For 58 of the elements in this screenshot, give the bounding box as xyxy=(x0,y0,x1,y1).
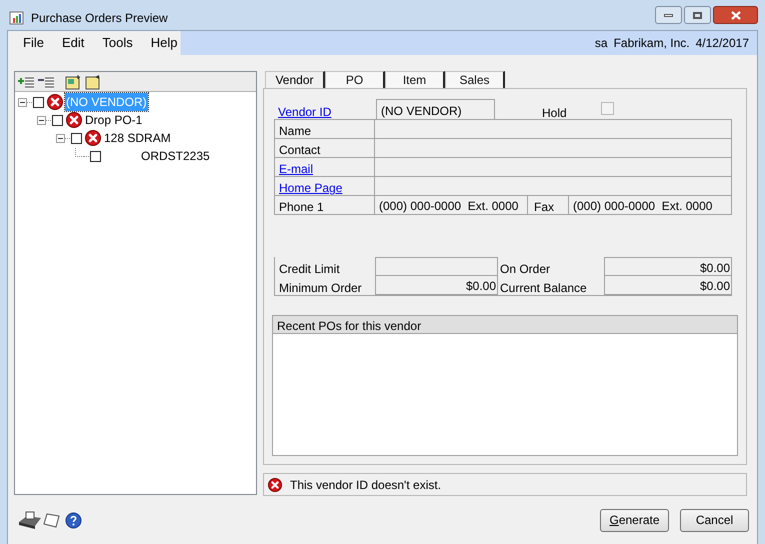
amount-field[interactable]: $0.00 xyxy=(375,276,498,295)
menu-item[interactable]: Edit xyxy=(54,33,92,53)
tab[interactable]: Sales xyxy=(445,71,505,88)
close-button[interactable] xyxy=(713,6,758,24)
maximize-button[interactable] xyxy=(684,6,711,24)
company-name: Fabrikam, Inc. xyxy=(614,35,690,52)
tree-item[interactable]: Drop PO-1 xyxy=(84,111,144,129)
field-label: Phone 1 xyxy=(275,196,375,214)
field-label: Minimum Order xyxy=(278,280,363,295)
amount-field[interactable]: $0.00 xyxy=(604,257,732,276)
hold-label: Hold xyxy=(542,105,567,119)
tree-item[interactable]: 128 SDRAM xyxy=(103,129,172,147)
document-icon[interactable] xyxy=(43,511,61,529)
field-label: Current Balance xyxy=(499,280,588,295)
field-link[interactable]: Home Page xyxy=(275,177,375,195)
collapse-toggle[interactable] xyxy=(56,134,65,142)
tree-item[interactable]: ORDST2235 xyxy=(140,147,211,165)
vendor-id-link[interactable]: Vendor ID xyxy=(274,99,376,119)
field-label: Name xyxy=(275,120,375,138)
tree-checkbox[interactable] xyxy=(33,96,44,108)
tree-checkbox[interactable] xyxy=(52,114,63,126)
session-date: 4/12/2017 xyxy=(696,35,749,52)
window-title: Purchase Orders Preview xyxy=(31,10,168,27)
amount-field[interactable]: $0.00 xyxy=(604,276,732,295)
field-link[interactable]: E-mail xyxy=(275,158,375,176)
tab[interactable]: Item xyxy=(385,71,445,88)
collapse-all-icon[interactable] xyxy=(37,74,55,88)
tab[interactable]: PO xyxy=(325,71,385,88)
field-label: Credit Limit xyxy=(278,261,341,276)
printer-icon[interactable] xyxy=(17,510,43,530)
tab[interactable]: Vendor xyxy=(265,71,325,88)
cancel-button[interactable]: Cancel xyxy=(680,508,749,532)
generate-button[interactable]: Generate xyxy=(600,508,669,532)
menu-item[interactable]: File xyxy=(16,33,51,53)
menu-item[interactable]: Help xyxy=(144,33,184,53)
collapse-toggle[interactable] xyxy=(18,98,27,106)
app-icon xyxy=(9,10,25,26)
collapse-toggle[interactable] xyxy=(37,116,46,124)
menu-item[interactable]: Tools xyxy=(95,33,140,53)
tree-checkbox[interactable] xyxy=(90,150,101,162)
tree-checkbox[interactable] xyxy=(71,132,82,144)
status-message: This vendor ID doesn't exist. xyxy=(290,476,442,494)
fax-field[interactable]: (000) 000-0000 Ext. 0000 xyxy=(569,196,731,214)
folder-add-icon[interactable] xyxy=(65,74,83,90)
minimize-button[interactable] xyxy=(655,6,682,24)
user-name: sa xyxy=(594,35,608,52)
vendor-id-field[interactable]: (NO VENDOR) xyxy=(376,99,495,119)
close-icon xyxy=(730,10,740,20)
field-label: Fax xyxy=(528,196,569,214)
phone-field[interactable]: (000) 000-0000 Ext. 0000 xyxy=(375,196,528,214)
help-icon[interactable] xyxy=(65,512,82,528)
panel-header: Recent POs for this vendor xyxy=(273,316,737,334)
amount-field[interactable] xyxy=(375,257,498,276)
hold-checkbox[interactable] xyxy=(600,102,614,115)
field-label: Contact xyxy=(275,139,375,157)
error-icon xyxy=(268,478,282,492)
expand-all-icon[interactable] xyxy=(17,74,35,88)
field-label: On Order xyxy=(499,261,552,276)
